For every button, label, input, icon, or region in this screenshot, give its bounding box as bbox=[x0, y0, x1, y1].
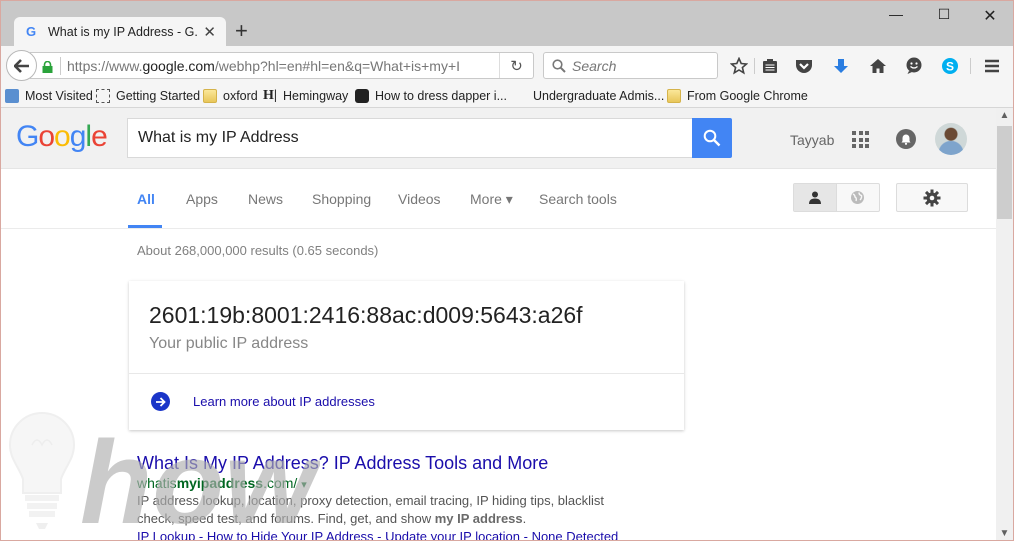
global-results-button[interactable] bbox=[837, 184, 880, 211]
maximize-button[interactable]: ☐ bbox=[934, 6, 954, 23]
tab-all[interactable]: All bbox=[137, 191, 155, 207]
tab-title: What is my IP Address - G... bbox=[48, 25, 198, 39]
scroll-down-icon[interactable]: ▼ bbox=[996, 528, 1013, 539]
folder-icon bbox=[203, 89, 217, 103]
browser-tab[interactable]: G What is my IP Address - G... ✕ bbox=[14, 17, 226, 47]
download-icon[interactable] bbox=[830, 55, 852, 77]
google-search-button[interactable] bbox=[692, 118, 732, 158]
svg-text:S: S bbox=[946, 59, 954, 73]
ip-address: 2601:19b:8001:2416:88ac:d009:5643:a26f bbox=[149, 302, 583, 328]
url-text[interactable]: https://www.google.com/webhp?hl=en#hl=en… bbox=[67, 58, 477, 74]
navigation-bar: https://www.google.com/webhp?hl=en#hl=en… bbox=[0, 46, 1014, 86]
gear-icon bbox=[923, 189, 941, 206]
apps-grid-icon[interactable] bbox=[852, 131, 869, 148]
tab-news[interactable]: News bbox=[248, 191, 283, 207]
ip-subtitle: Your public IP address bbox=[149, 335, 309, 352]
close-tab-icon[interactable]: ✕ bbox=[203, 23, 216, 41]
most-visited-icon bbox=[5, 89, 19, 103]
minimize-button[interactable]: — bbox=[886, 6, 906, 22]
lock-icon bbox=[42, 60, 53, 73]
learn-more-row[interactable]: Learn more about IP addresses bbox=[151, 392, 375, 411]
search-tabs: All Apps News Shopping Videos More ▾ Sea… bbox=[0, 169, 996, 229]
folder-icon bbox=[667, 89, 681, 103]
result-title-link[interactable]: What Is My IP Address? IP Address Tools … bbox=[137, 453, 637, 474]
url-options-caret-icon[interactable]: ▾ bbox=[301, 479, 307, 491]
browser-search-input[interactable]: Search bbox=[543, 52, 718, 79]
hemingway-icon: H| bbox=[263, 88, 277, 103]
bookmark-dress-dapper[interactable]: How to dress dapper i... bbox=[355, 89, 507, 103]
menu-icon[interactable] bbox=[981, 55, 1003, 77]
scrollbar-thumb[interactable] bbox=[997, 126, 1012, 219]
result-snippet: IP address lookup, location, proxy detec… bbox=[137, 493, 605, 526]
personal-results-button[interactable] bbox=[794, 184, 837, 211]
home-icon[interactable] bbox=[867, 55, 889, 77]
user-name[interactable]: Tayyab bbox=[790, 132, 834, 148]
google-favicon-icon: G bbox=[26, 24, 37, 39]
tab-apps[interactable]: Apps bbox=[186, 191, 218, 207]
notifications-bell-icon[interactable] bbox=[896, 129, 916, 149]
tab-more[interactable]: More ▾ bbox=[470, 191, 513, 208]
scroll-up-icon[interactable]: ▲ bbox=[996, 110, 1013, 121]
globe-icon bbox=[851, 191, 865, 204]
url-bar[interactable]: https://www.google.com/webhp?hl=en#hl=en… bbox=[30, 52, 534, 79]
skype-icon[interactable]: S bbox=[939, 55, 961, 77]
toolbar-separator bbox=[970, 58, 971, 74]
person-icon bbox=[808, 191, 821, 204]
results-mode-toggle bbox=[793, 183, 880, 212]
user-avatar[interactable] bbox=[935, 123, 967, 155]
reload-icon[interactable]: ↻ bbox=[499, 53, 533, 78]
card-divider bbox=[129, 373, 684, 374]
bookmark-star-icon[interactable] bbox=[728, 55, 750, 77]
chat-icon[interactable] bbox=[903, 55, 925, 77]
bookmark-most-visited[interactable]: Most Visited bbox=[5, 89, 93, 103]
result-url: whatismyipaddress.com/ ▾ bbox=[137, 475, 307, 491]
arrow-right-icon[interactable] bbox=[151, 392, 170, 411]
site-icon bbox=[355, 89, 369, 103]
result-stats: About 268,000,000 results (0.65 seconds) bbox=[137, 243, 379, 258]
bookmark-undergraduate[interactable]: Undergraduate Admis... bbox=[533, 89, 664, 103]
search-icon bbox=[703, 129, 721, 147]
back-arrow-icon bbox=[13, 58, 29, 73]
bookmark-oxford[interactable]: oxford bbox=[203, 89, 258, 103]
search-result: What Is My IP Address? IP Address Tools … bbox=[137, 453, 637, 541]
tab-search-tools[interactable]: Search tools bbox=[539, 191, 617, 207]
url-separator bbox=[60, 56, 61, 75]
reading-list-icon[interactable] bbox=[759, 55, 781, 77]
google-header: Google What is my IP Address Tayyab bbox=[0, 108, 996, 169]
tab-bar: G What is my IP Address - G... ✕ + — ☐ ✕ bbox=[0, 0, 1014, 47]
result-sitelinks[interactable]: IP Lookup - How to Hide Your IP Address … bbox=[137, 528, 637, 541]
search-icon bbox=[552, 58, 566, 73]
back-button[interactable] bbox=[6, 50, 37, 81]
pocket-icon[interactable] bbox=[793, 55, 815, 77]
ip-answer-card: 2601:19b:8001:2416:88ac:d009:5643:a26f Y… bbox=[129, 281, 684, 430]
bookmark-getting-started[interactable]: Getting Started bbox=[96, 89, 200, 103]
toolbar-separator bbox=[754, 58, 755, 74]
new-tab-button[interactable]: + bbox=[235, 20, 248, 42]
bookmarks-toolbar: Most Visited Getting Started oxford H| H… bbox=[0, 86, 1014, 108]
bookmark-hemingway[interactable]: H| Hemingway bbox=[263, 88, 348, 104]
tab-videos[interactable]: Videos bbox=[398, 191, 441, 207]
google-logo[interactable]: Google bbox=[16, 120, 108, 154]
search-placeholder: Search bbox=[572, 57, 617, 74]
tab-shopping[interactable]: Shopping bbox=[312, 191, 371, 207]
close-window-button[interactable]: ✕ bbox=[980, 6, 1000, 26]
getting-started-icon bbox=[96, 89, 110, 103]
learn-more-link[interactable]: Learn more about IP addresses bbox=[193, 394, 375, 409]
vertical-scrollbar[interactable]: ▲ ▼ bbox=[996, 108, 1013, 541]
active-tab-indicator bbox=[128, 225, 162, 228]
settings-button[interactable] bbox=[896, 183, 968, 212]
bookmark-from-chrome[interactable]: From Google Chrome bbox=[667, 89, 808, 103]
google-search-input[interactable]: What is my IP Address bbox=[127, 118, 693, 158]
